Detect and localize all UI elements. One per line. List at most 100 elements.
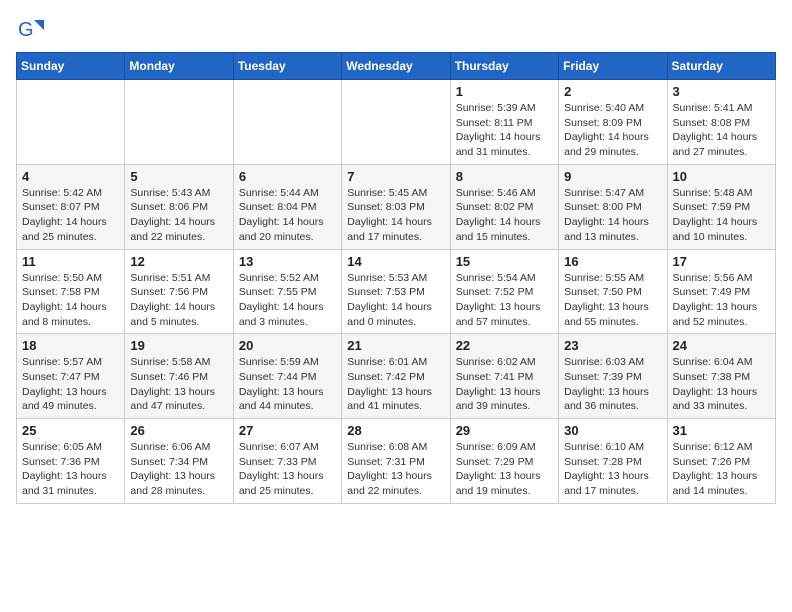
day-info: Sunrise: 6:06 AM Sunset: 7:34 PM Dayligh… [130,440,227,499]
calendar-cell: 31 Sunrise: 6:12 AM Sunset: 7:26 PM Dayli… [667,419,775,504]
day-number: 8 [456,169,553,184]
day-header-monday: Monday [125,53,233,80]
day-info: Sunrise: 6:01 AM Sunset: 7:42 PM Dayligh… [347,355,444,414]
day-number: 30 [564,423,661,438]
day-number: 12 [130,254,227,269]
day-number: 4 [22,169,119,184]
calendar-cell: 3 Sunrise: 5:41 AM Sunset: 8:08 PM Daylig… [667,80,775,165]
day-number: 18 [22,338,119,353]
day-info: Sunrise: 6:08 AM Sunset: 7:31 PM Dayligh… [347,440,444,499]
calendar-cell: 11 Sunrise: 5:50 AM Sunset: 7:58 PM Dayli… [17,249,125,334]
day-info: Sunrise: 5:52 AM Sunset: 7:55 PM Dayligh… [239,271,336,330]
calendar-cell: 27 Sunrise: 6:07 AM Sunset: 7:33 PM Dayli… [233,419,341,504]
day-number: 19 [130,338,227,353]
day-info: Sunrise: 5:57 AM Sunset: 7:47 PM Dayligh… [22,355,119,414]
day-info: Sunrise: 5:48 AM Sunset: 7:59 PM Dayligh… [673,186,770,245]
day-number: 13 [239,254,336,269]
day-number: 17 [673,254,770,269]
calendar-week-row: 1 Sunrise: 5:39 AM Sunset: 8:11 PM Daylig… [17,80,776,165]
day-info: Sunrise: 5:50 AM Sunset: 7:58 PM Dayligh… [22,271,119,330]
calendar-cell: 14 Sunrise: 5:53 AM Sunset: 7:53 PM Dayli… [342,249,450,334]
day-info: Sunrise: 5:53 AM Sunset: 7:53 PM Dayligh… [347,271,444,330]
day-number: 11 [22,254,119,269]
calendar-cell: 26 Sunrise: 6:06 AM Sunset: 7:34 PM Dayli… [125,419,233,504]
day-header-tuesday: Tuesday [233,53,341,80]
day-number: 1 [456,84,553,99]
day-info: Sunrise: 5:51 AM Sunset: 7:56 PM Dayligh… [130,271,227,330]
day-info: Sunrise: 5:39 AM Sunset: 8:11 PM Dayligh… [456,101,553,160]
day-info: Sunrise: 5:47 AM Sunset: 8:00 PM Dayligh… [564,186,661,245]
day-number: 29 [456,423,553,438]
calendar-cell: 30Sunrise: 6:10 AM Sunset: 7:28 PM Dayli… [559,419,667,504]
day-number: 16 [564,254,661,269]
calendar-cell: 24 Sunrise: 6:04 AM Sunset: 7:38 PM Dayli… [667,334,775,419]
day-info: Sunrise: 5:59 AM Sunset: 7:44 PM Dayligh… [239,355,336,414]
day-info: Sunrise: 6:02 AM Sunset: 7:41 PM Dayligh… [456,355,553,414]
day-header-saturday: Saturday [667,53,775,80]
calendar-cell: 4 Sunrise: 5:42 AM Sunset: 8:07 PM Daylig… [17,164,125,249]
svg-text:G: G [18,19,34,41]
calendar-cell: 13 Sunrise: 5:52 AM Sunset: 7:55 PM Dayli… [233,249,341,334]
calendar-cell: 10 Sunrise: 5:48 AM Sunset: 7:59 PM Dayli… [667,164,775,249]
calendar-week-row: 11 Sunrise: 5:50 AM Sunset: 7:58 PM Dayli… [17,249,776,334]
day-number: 14 [347,254,444,269]
day-number: 10 [673,169,770,184]
calendar-cell: 19Sunrise: 5:58 AM Sunset: 7:46 PM Dayli… [125,334,233,419]
calendar-cell: 18 Sunrise: 5:57 AM Sunset: 7:47 PM Dayli… [17,334,125,419]
day-number: 23 [564,338,661,353]
day-number: 2 [564,84,661,99]
calendar-cell: 16 Sunrise: 5:55 AM Sunset: 7:50 PM Dayli… [559,249,667,334]
day-number: 26 [130,423,227,438]
day-info: Sunrise: 5:45 AM Sunset: 8:03 PM Dayligh… [347,186,444,245]
calendar-cell: 12 Sunrise: 5:51 AM Sunset: 7:56 PM Dayli… [125,249,233,334]
day-info: Sunrise: 5:46 AM Sunset: 8:02 PM Dayligh… [456,186,553,245]
day-info: Sunrise: 5:41 AM Sunset: 8:08 PM Dayligh… [673,101,770,160]
day-info: Sunrise: 5:40 AM Sunset: 8:09 PM Dayligh… [564,101,661,160]
calendar-cell [17,80,125,165]
calendar-cell: 20 Sunrise: 5:59 AM Sunset: 7:44 PM Dayli… [233,334,341,419]
day-header-friday: Friday [559,53,667,80]
calendar-cell [125,80,233,165]
day-number: 6 [239,169,336,184]
calendar-cell: 15 Sunrise: 5:54 AM Sunset: 7:52 PM Dayli… [450,249,558,334]
day-number: 20 [239,338,336,353]
logo: G [16,16,46,44]
logo-icon: G [16,16,44,44]
day-header-thursday: Thursday [450,53,558,80]
calendar-table: SundayMondayTuesdayWednesdayThursdayFrid… [16,52,776,504]
calendar-cell: 7 Sunrise: 5:45 AM Sunset: 8:03 PM Daylig… [342,164,450,249]
calendar-week-row: 4 Sunrise: 5:42 AM Sunset: 8:07 PM Daylig… [17,164,776,249]
day-info: Sunrise: 6:03 AM Sunset: 7:39 PM Dayligh… [564,355,661,414]
calendar-week-row: 18 Sunrise: 5:57 AM Sunset: 7:47 PM Dayli… [17,334,776,419]
day-number: 24 [673,338,770,353]
day-info: Sunrise: 6:04 AM Sunset: 7:38 PM Dayligh… [673,355,770,414]
day-number: 3 [673,84,770,99]
day-header-wednesday: Wednesday [342,53,450,80]
calendar-cell: 17 Sunrise: 5:56 AM Sunset: 7:49 PM Dayli… [667,249,775,334]
calendar-cell [342,80,450,165]
day-number: 25 [22,423,119,438]
day-info: Sunrise: 6:12 AM Sunset: 7:26 PM Dayligh… [673,440,770,499]
day-info: Sunrise: 5:55 AM Sunset: 7:50 PM Dayligh… [564,271,661,330]
calendar-week-row: 25 Sunrise: 6:05 AM Sunset: 7:36 PM Dayli… [17,419,776,504]
day-number: 7 [347,169,444,184]
day-info: Sunrise: 5:42 AM Sunset: 8:07 PM Dayligh… [22,186,119,245]
calendar-cell: 29Sunrise: 6:09 AM Sunset: 7:29 PM Dayli… [450,419,558,504]
day-number: 5 [130,169,227,184]
day-info: Sunrise: 5:54 AM Sunset: 7:52 PM Dayligh… [456,271,553,330]
calendar-cell: 21 Sunrise: 6:01 AM Sunset: 7:42 PM Dayli… [342,334,450,419]
day-number: 9 [564,169,661,184]
day-number: 27 [239,423,336,438]
calendar-cell: 6Sunrise: 5:44 AM Sunset: 8:04 PM Daylig… [233,164,341,249]
day-number: 15 [456,254,553,269]
day-number: 31 [673,423,770,438]
day-info: Sunrise: 6:07 AM Sunset: 7:33 PM Dayligh… [239,440,336,499]
day-number: 22 [456,338,553,353]
day-info: Sunrise: 6:05 AM Sunset: 7:36 PM Dayligh… [22,440,119,499]
day-info: Sunrise: 5:56 AM Sunset: 7:49 PM Dayligh… [673,271,770,330]
day-header-sunday: Sunday [17,53,125,80]
calendar-cell: 25 Sunrise: 6:05 AM Sunset: 7:36 PM Dayli… [17,419,125,504]
day-number: 21 [347,338,444,353]
calendar-cell: 23 Sunrise: 6:03 AM Sunset: 7:39 PM Dayli… [559,334,667,419]
day-number: 28 [347,423,444,438]
